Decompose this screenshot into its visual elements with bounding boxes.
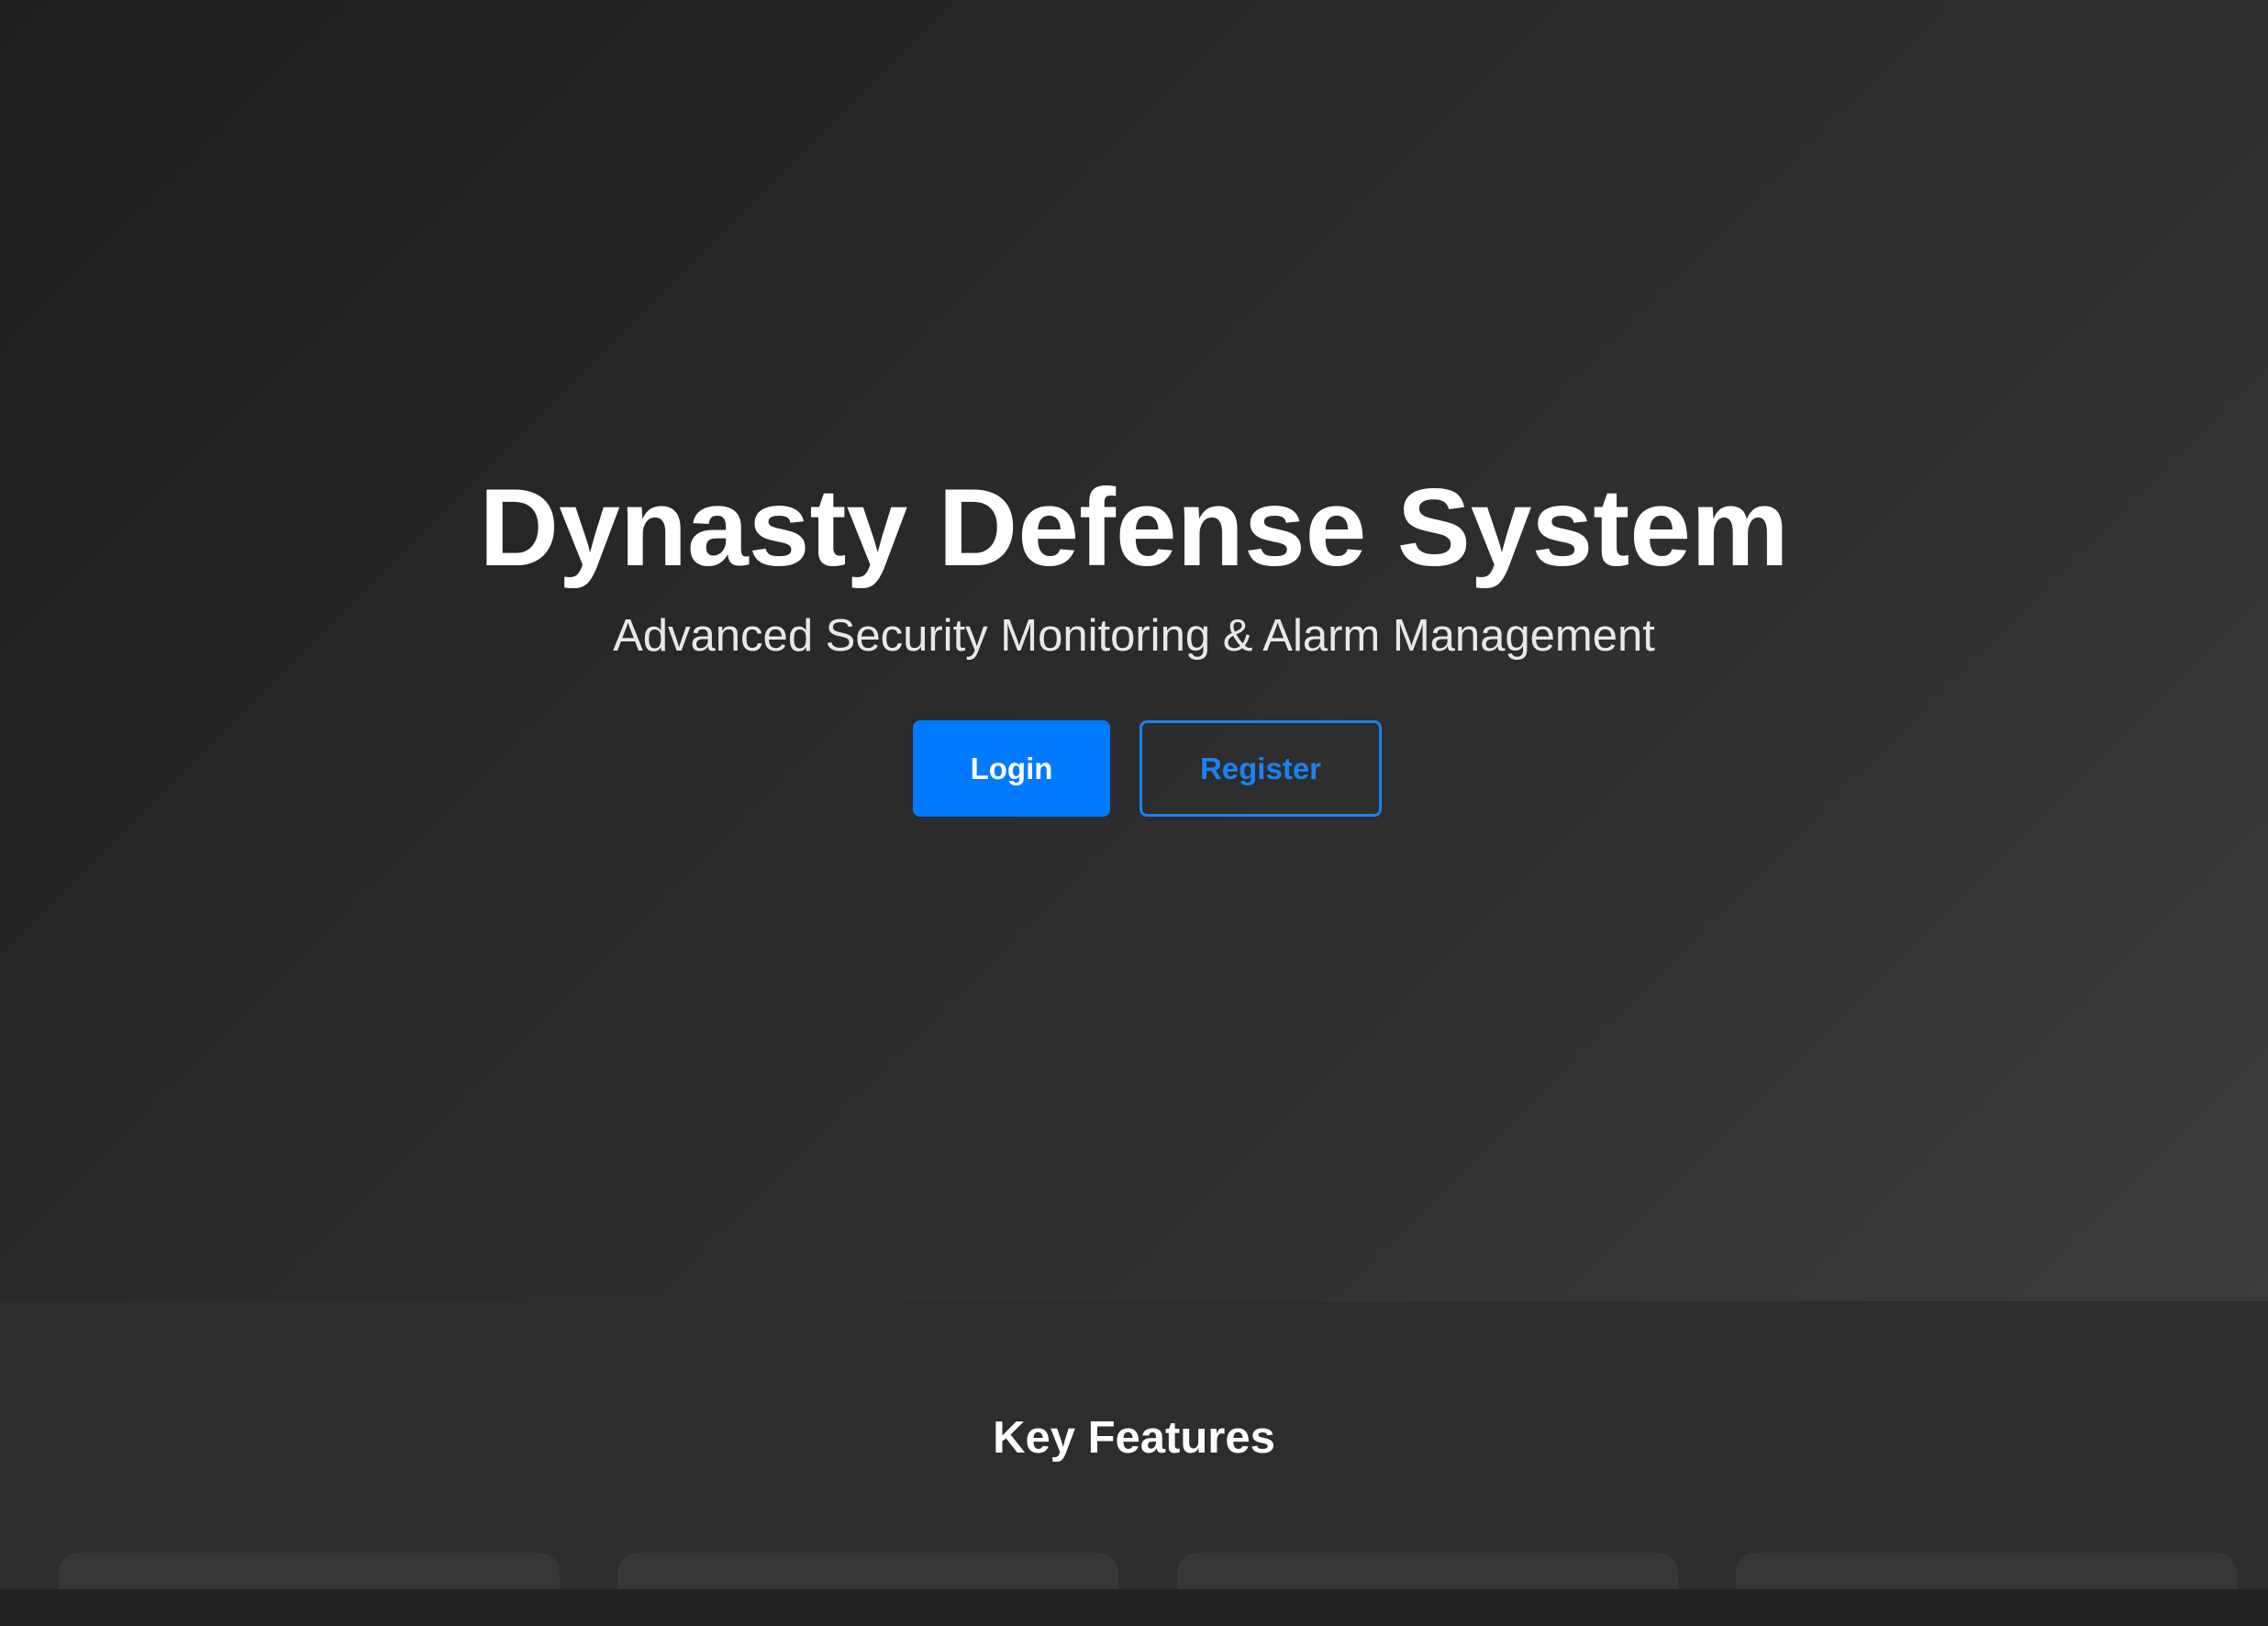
bottom-bar bbox=[0, 1589, 2268, 1626]
register-button[interactable]: Register bbox=[1140, 720, 1382, 817]
hero-section: Dynasty Defense System Advanced Security… bbox=[0, 0, 2268, 1301]
features-section: Key Features bbox=[0, 1301, 2268, 1608]
page-title: Dynasty Defense System bbox=[479, 466, 1789, 589]
page-subtitle: Advanced Security Monitoring & Alarm Man… bbox=[613, 611, 1655, 661]
features-title: Key Features bbox=[993, 1413, 1275, 1463]
login-button[interactable]: Login bbox=[913, 720, 1110, 817]
